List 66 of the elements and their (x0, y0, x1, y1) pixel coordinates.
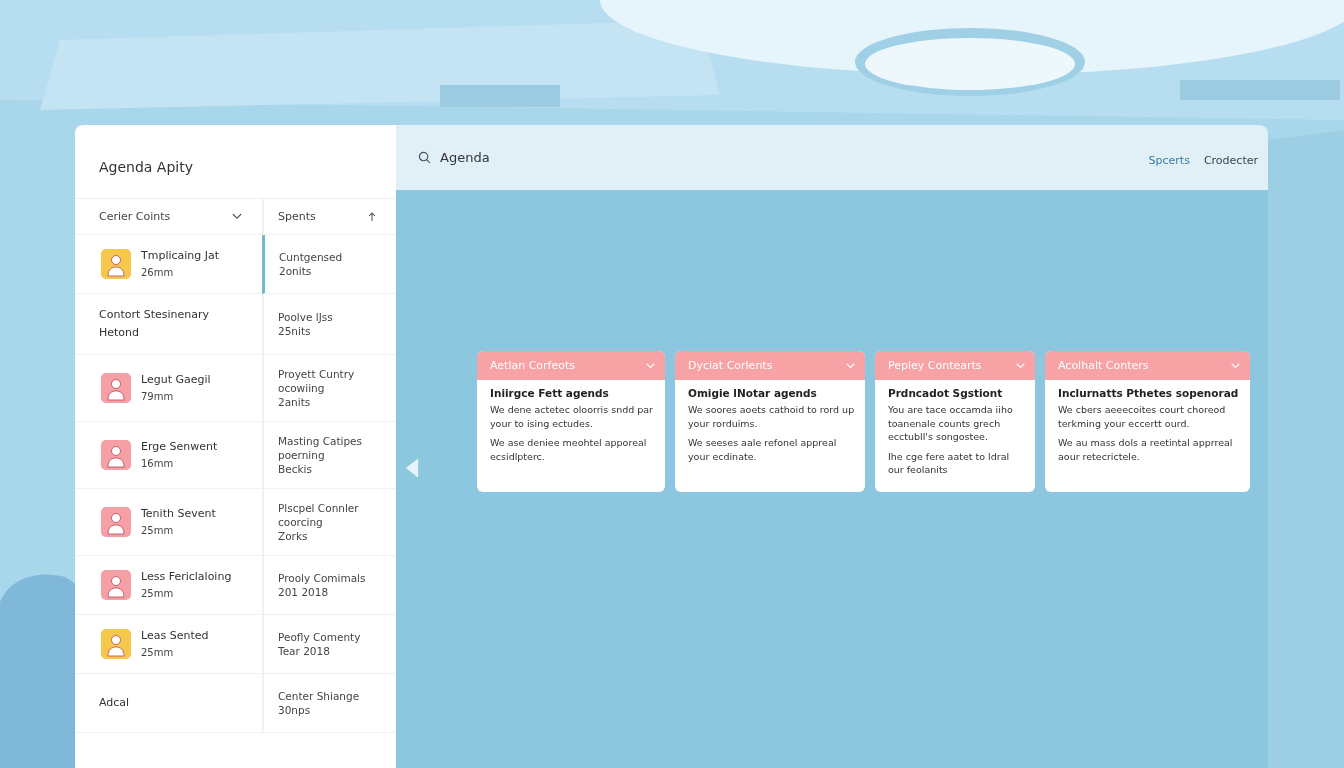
item-text: Center Shiange (278, 689, 360, 703)
item-text: Prooly Comimals (278, 571, 366, 585)
item-text: Proyett Cuntry (278, 367, 355, 381)
arrow-up-icon[interactable] (368, 211, 376, 222)
card-text: We dene actetec oloorris sndd par your to ising ectudes. (490, 403, 655, 430)
item-text: 2anits (278, 395, 312, 409)
list-item[interactable]: Contort Stesinenary Hetond (75, 294, 262, 355)
list-item[interactable]: Less Fericlaloing 25mm (75, 556, 262, 615)
card-heading: Prdncadot Sgstiont (888, 387, 1004, 399)
item-name: Erge Senwent (141, 439, 218, 455)
item-text: 2onits (279, 264, 313, 278)
item-detail: 25mm (141, 646, 175, 660)
chevron-down-icon (846, 362, 855, 369)
list-item[interactable]: Erge Senwent 16mm (75, 422, 262, 489)
item-detail: 16mm (141, 457, 175, 471)
item-detail: 26mm (141, 266, 175, 280)
list-item[interactable]: Tenith Sevent 25mm (75, 489, 262, 556)
item-detail: 25mm (141, 587, 175, 601)
item-text: Poolve lJss (278, 310, 333, 324)
item-text: Beckis (278, 462, 313, 476)
card-text: We seeses aale refonel appreal your ecdinate. (688, 436, 838, 463)
item-name: Leas Sented (141, 628, 209, 644)
top-link[interactable]: Crodecter (1203, 154, 1258, 167)
column-header[interactable]: Spents (278, 210, 316, 223)
item-name: Less Fericlaloing (141, 569, 232, 585)
card-text: We cbers aeeecoites court choreod terkming your eccertt ourd. (1058, 403, 1227, 430)
item-detail: 25mm (141, 524, 175, 538)
card-text: Ihe cge fere aatet to ldral our feolanits (888, 449, 1011, 477)
chevron-down-icon (1231, 362, 1240, 369)
item-text: 25nits (278, 324, 312, 338)
chevron-down-icon (1016, 362, 1025, 369)
item-detail: 79mm (141, 390, 175, 404)
panel-title: Agenda Apity (98, 157, 194, 177)
card-heading: Inclurnatts Pthetes sopenorad (1058, 387, 1240, 399)
item-name: Contort Stesinenary (99, 307, 210, 323)
card-text: You are tace occamda iiho toanenale counts grech ecctubll's songostee. (888, 403, 1014, 444)
list-item[interactable]: Leas Sented 25mm (75, 615, 262, 674)
item-name: Tmplicaing Jat (141, 248, 220, 264)
item-text: coorcing (278, 515, 324, 529)
card-text: We ase deniee meohtel apporeal ecsidlpterc. (490, 436, 648, 463)
card-text: We au mass dols a reetintal apprreal aour retecrictele. (1058, 436, 1234, 463)
item-text: Cuntgensed (279, 250, 343, 264)
item-text: ocowiing (278, 381, 326, 395)
item-name: Adcal (99, 695, 130, 711)
list-item[interactable]: Legut Gaegil 79mm (75, 355, 262, 422)
item-text: 30nps (278, 703, 312, 717)
top-link[interactable]: Spcerts (1148, 154, 1190, 167)
search-field[interactable]: Agenda (440, 150, 560, 165)
item-text: Masting Catipes (278, 434, 363, 448)
item-text: Peofly Comenty (278, 630, 361, 644)
list-item[interactable]: Tmplicaing Jat 26mm (75, 235, 262, 294)
item-text: Plscpel Connler (278, 501, 359, 515)
column-header[interactable]: Cerier Coints (99, 210, 171, 223)
card-heading: Omigie lNotar agends (688, 387, 818, 399)
item-name: Legut Gaegil (141, 372, 211, 388)
item-text: 201 2018 (278, 585, 330, 599)
card-text: We soores aoets cathoid to rord up your rorduims. (688, 403, 855, 430)
chevron-down-icon[interactable] (232, 213, 242, 220)
item-text: Zorks (278, 529, 309, 543)
card-heading: Iniirgce Fett agends (490, 387, 610, 399)
search-icon (418, 151, 431, 164)
item-name-line: Hetond (99, 325, 141, 341)
chevron-down-icon (646, 362, 655, 369)
item-text: poerning (278, 448, 326, 462)
item-text: Tear 2018 (278, 644, 331, 658)
item-name: Tenith Sevent (141, 506, 216, 522)
